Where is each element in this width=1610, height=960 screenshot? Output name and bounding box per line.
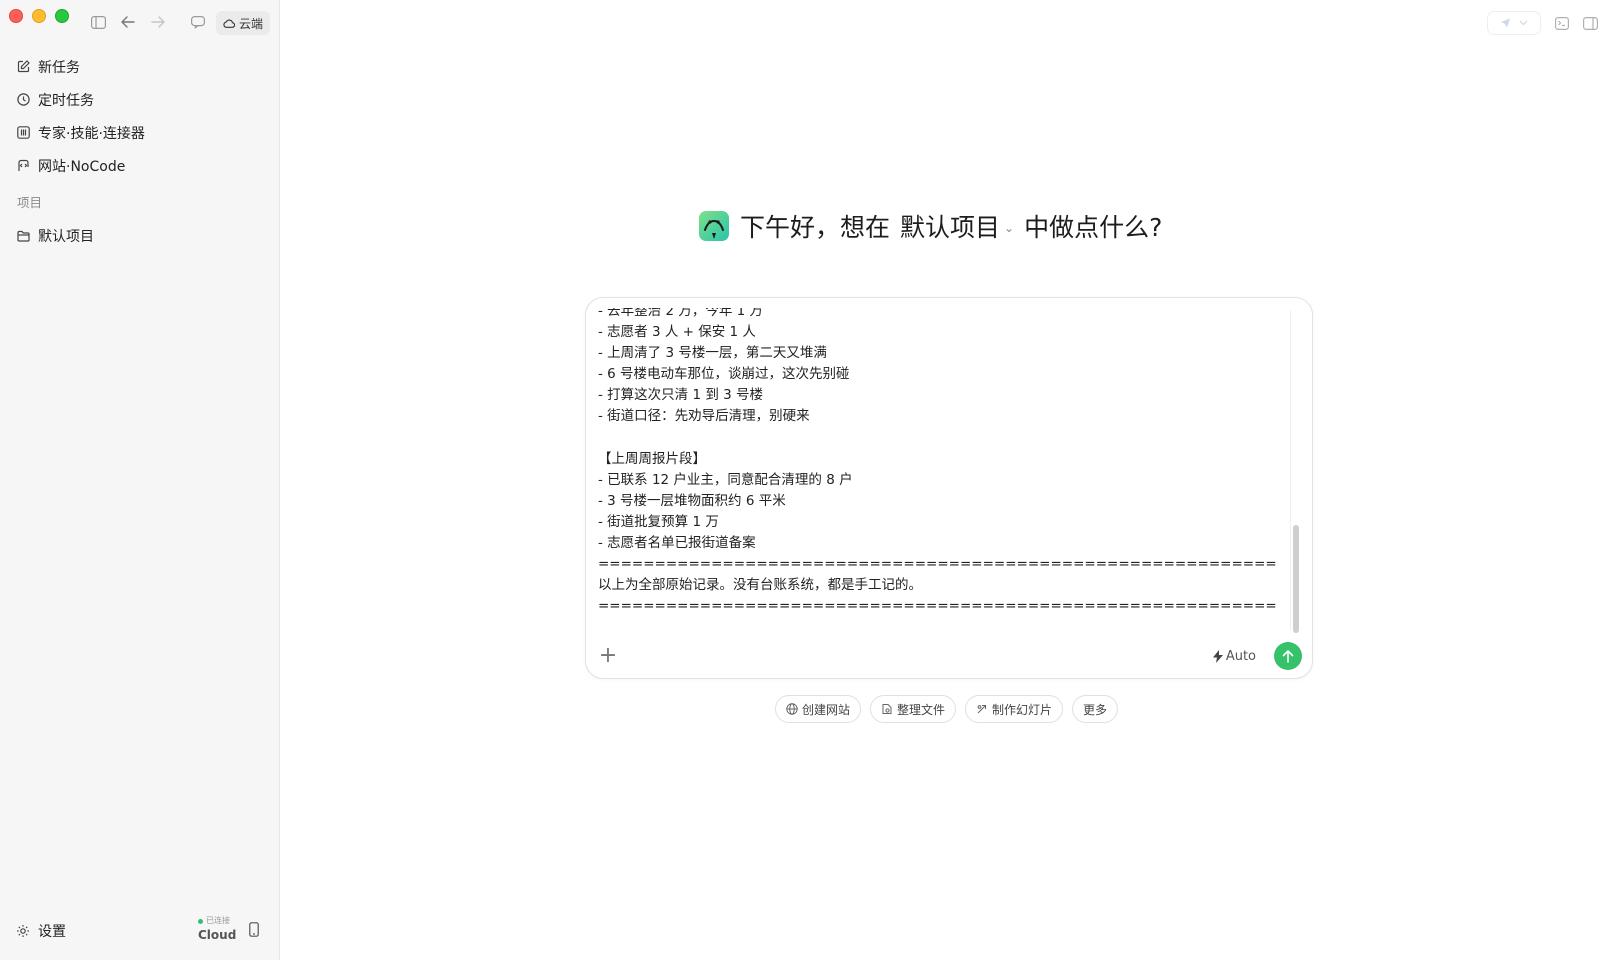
share-button[interactable] bbox=[1487, 11, 1541, 35]
status-connected-label: 已连接 bbox=[206, 916, 230, 925]
scrollbar-thumb[interactable] bbox=[1293, 525, 1299, 633]
settings-button[interactable]: 设置 bbox=[16, 921, 66, 941]
prompt-text-line: 以上为全部原始记录。没有台账系统，都是手工记的。 bbox=[598, 577, 922, 594]
chip-more[interactable]: 更多 bbox=[1072, 695, 1119, 723]
sidebar-toggle-icon[interactable] bbox=[90, 14, 106, 30]
chip-label: 整理文件 bbox=[897, 702, 946, 717]
prompt-text-line: - 街道口径：先劝导后清理，别硬来 bbox=[598, 408, 810, 425]
folder-icon bbox=[17, 230, 30, 242]
top-right-controls bbox=[1487, 11, 1598, 35]
prompt-text-line: - 志愿者名单已报街道备案 bbox=[598, 535, 756, 552]
project-selector-label: 默认项目 bbox=[900, 213, 1001, 242]
close-window-button[interactable] bbox=[9, 9, 23, 23]
forward-arrow-icon[interactable] bbox=[150, 14, 166, 30]
right-panel-toggle-icon[interactable] bbox=[1583, 16, 1598, 30]
chevron-down-icon bbox=[1519, 20, 1528, 26]
chip-label: 更多 bbox=[1083, 702, 1108, 717]
greeting-heading: 下午好，想在 默认项目 ⌄ 中做点什么? bbox=[698, 208, 1162, 244]
sidebar-item-label: 新任务 bbox=[38, 59, 80, 76]
prompt-text-line: - 志愿者 3 人 + 保安 1 人 bbox=[598, 324, 756, 341]
lightning-icon bbox=[1212, 649, 1223, 663]
chip-create-website[interactable]: 创建网站 bbox=[775, 695, 862, 723]
arrow-up-icon bbox=[1282, 649, 1294, 663]
prompt-text-line: - 打算这次只清 1 到 3 号楼 bbox=[598, 387, 764, 404]
sidebar-item-label: 网站·NoCode bbox=[38, 158, 126, 175]
prompt-text-line bbox=[598, 428, 1284, 449]
sidebar-item-default-project[interactable]: 默认项目 bbox=[8, 219, 271, 252]
project-selector[interactable]: 默认项目 ⌄ bbox=[900, 208, 1014, 244]
prompt-composer: - 去年整治 2 万，今年 1 万 - 志愿者 3 人 + 保安 1 人 - 上周清… bbox=[585, 297, 1313, 679]
prompt-text-line: - 已联系 12 户业主，同意配合清理的 8 户 bbox=[598, 471, 853, 488]
grid-icon bbox=[17, 126, 30, 139]
chip-make-slides[interactable]: 制作幻灯片 bbox=[965, 695, 1064, 723]
file-icon bbox=[882, 704, 892, 714]
app-window: 云端 新任务 定时任务 专家·技能·连接器 网站·NoCode 项目 默认项目 … bbox=[0, 0, 1610, 960]
connection-status: 已连接 Cloud bbox=[198, 916, 236, 943]
prompt-text: - 去年整治 2 万，今年 1 万 - 志愿者 3 人 + 保安 1 人 - 上周清… bbox=[598, 308, 1284, 616]
greeting-prefix: 下午好，想在 bbox=[740, 213, 891, 242]
chip-label: 创建网站 bbox=[802, 702, 851, 717]
cloud-label: 云端 bbox=[239, 16, 264, 31]
prompt-text-line: ========================================… bbox=[598, 598, 1277, 615]
share-icon bbox=[1501, 18, 1510, 28]
gear-icon bbox=[17, 925, 29, 937]
app-logo-icon bbox=[699, 211, 729, 241]
sidebar-item-scheduled-tasks[interactable]: 定时任务 bbox=[8, 83, 271, 116]
add-attachment-button[interactable]: + bbox=[598, 645, 618, 667]
suggestion-chips: 创建网站 整理文件 制作幻灯片 更多 bbox=[775, 695, 1119, 723]
mode-selector[interactable]: Auto bbox=[1212, 648, 1256, 664]
status-dot bbox=[198, 918, 203, 924]
composer-actions: + Auto bbox=[598, 642, 1302, 670]
mode-label: Auto bbox=[1225, 648, 1256, 664]
web-icon bbox=[18, 159, 29, 171]
composer-scrollbar[interactable] bbox=[1290, 310, 1300, 633]
chevron-down-icon: ⌄ bbox=[1004, 221, 1015, 235]
prompt-text-line: - 上周清了 3 号楼一层，第二天又堆满 bbox=[598, 345, 827, 362]
sidebar-item-label: 专家·技能·连接器 bbox=[38, 125, 145, 142]
slides-icon bbox=[977, 705, 987, 714]
sidebar-item-experts-skills[interactable]: 专家·技能·连接器 bbox=[8, 116, 271, 149]
phone-icon[interactable] bbox=[249, 922, 259, 941]
project-list: 默认项目 bbox=[8, 219, 271, 252]
sidebar: 云端 新任务 定时任务 专家·技能·连接器 网站·NoCode 项目 默认项目 … bbox=[0, 0, 280, 960]
sidebar-nav: 新任务 定时任务 专家·技能·连接器 网站·NoCode bbox=[8, 50, 271, 182]
projects-section-label: 项目 bbox=[17, 195, 43, 210]
send-button[interactable] bbox=[1274, 642, 1302, 670]
back-arrow-icon[interactable] bbox=[120, 14, 136, 30]
prompt-text-line: - 街道批复预算 1 万 bbox=[598, 513, 719, 530]
chip-label: 制作幻灯片 bbox=[992, 702, 1053, 717]
prompt-text-line: 【上周周报片段】 bbox=[598, 450, 706, 467]
sidebar-item-label: 默认项目 bbox=[38, 228, 94, 245]
sidebar-footer: 设置 已连接 Cloud bbox=[16, 916, 263, 946]
sidebar-item-website-nocode[interactable]: 网站·NoCode bbox=[8, 149, 271, 182]
minimize-window-button[interactable] bbox=[32, 9, 46, 23]
chat-bubble-icon[interactable] bbox=[190, 14, 206, 30]
status-cloud-label: Cloud bbox=[198, 928, 237, 942]
toolbar bbox=[90, 14, 206, 30]
greeting-suffix: 中做点什么? bbox=[1024, 213, 1163, 242]
sidebar-item-label: 定时任务 bbox=[38, 92, 94, 109]
prompt-textarea[interactable]: - 去年整治 2 万，今年 1 万 - 志愿者 3 人 + 保安 1 人 - 上周清… bbox=[598, 308, 1284, 616]
settings-label: 设置 bbox=[38, 924, 66, 940]
globe-icon bbox=[786, 703, 798, 715]
prompt-text-line: - 去年整治 2 万，今年 1 万 bbox=[598, 308, 764, 319]
sidebar-item-new-task[interactable]: 新任务 bbox=[8, 50, 271, 83]
cloud-mode-pill[interactable]: 云端 bbox=[216, 11, 271, 35]
terminal-icon[interactable] bbox=[1555, 16, 1569, 30]
prompt-text-line: - 6 号楼电动车那位，谈崩过，这次先别碰 bbox=[598, 366, 850, 383]
edit-icon bbox=[17, 60, 30, 73]
cloud-icon bbox=[223, 19, 235, 28]
chip-organize-files[interactable]: 整理文件 bbox=[870, 695, 957, 723]
prompt-text-line: ========================================… bbox=[598, 556, 1277, 573]
window-controls bbox=[9, 9, 69, 23]
clock-icon bbox=[17, 93, 30, 106]
zoom-window-button[interactable] bbox=[55, 9, 69, 23]
prompt-text-line: - 3 号楼一层堆物面积约 6 平米 bbox=[598, 492, 786, 509]
